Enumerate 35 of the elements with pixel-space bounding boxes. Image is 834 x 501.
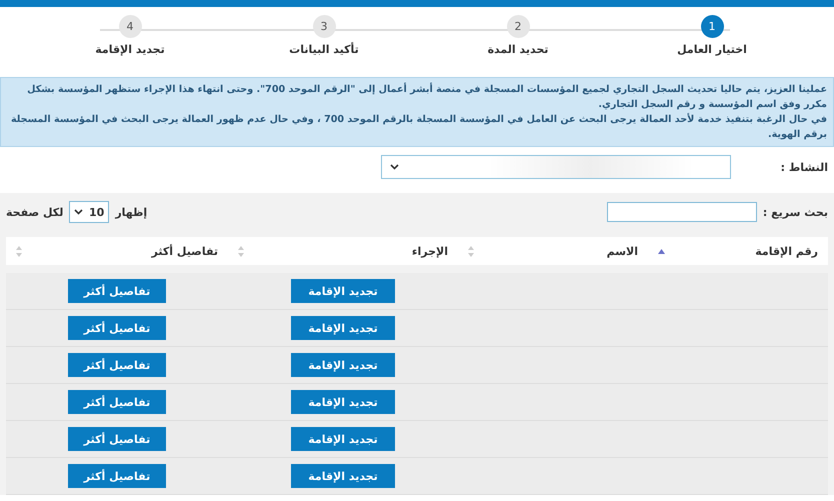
details-button[interactable]: تفاصيل أكثر xyxy=(68,427,166,451)
step-label: اختيار العامل xyxy=(677,43,747,56)
activity-label: النشاط : xyxy=(780,160,828,174)
renew-button[interactable]: تجديد الإقامة xyxy=(291,427,395,451)
renew-button[interactable]: تجديد الإقامة xyxy=(291,390,395,414)
column-header[interactable]: رقم الإقامة xyxy=(755,244,818,258)
renew-button[interactable]: تجديد الإقامة xyxy=(291,279,395,303)
chevron-icon xyxy=(74,209,84,215)
details-button[interactable]: تفاصيل أكثر xyxy=(68,464,166,488)
step-label: تأكيد البيانات xyxy=(289,43,359,56)
notice-text: في حال الرغبة بتنفيذ خدمة لأحد العمالة يرجى البحث عن العامل في المؤسسة المسجلة بالرقم الموحد 700 ، وفي حال عدم ظهور العمالة يرجى البحث في المؤسسة المسجلة برقم الهوية. xyxy=(10,112,827,142)
details-button[interactable]: تفاصيل أكثر xyxy=(68,390,166,414)
page-size-select[interactable]: 10 xyxy=(69,201,110,223)
column-header[interactable]: الاسم xyxy=(606,244,638,258)
step-number[interactable]: 1 xyxy=(700,15,724,38)
renew-button[interactable]: تجديد الإقامة xyxy=(291,353,395,377)
per-page-label: لكل صفحة xyxy=(6,206,64,218)
renew-button[interactable]: تجديد الإقامة xyxy=(291,464,395,488)
show-label: إظهار xyxy=(115,206,148,218)
renew-button[interactable]: تجديد الإقامة xyxy=(291,316,395,340)
step-label: تحديد المدة xyxy=(488,43,548,56)
step-number[interactable]: 4 xyxy=(118,15,142,38)
step-number[interactable]: 2 xyxy=(506,15,530,38)
step-number[interactable]: 3 xyxy=(312,15,336,38)
column-header[interactable]: الإجراء xyxy=(412,244,448,258)
chevron-icon xyxy=(390,164,399,170)
search-field[interactable] xyxy=(606,202,757,222)
step-label: تجديد الإقامة xyxy=(95,43,165,56)
activity-select[interactable] xyxy=(380,155,731,179)
notice-text: عملينا العزيز، يتم حاليا تحديث السجل التجاري لجميع المؤسسات المسجلة في منصة أبشر أعمال إلى "الرقم الموحد 700". وحتى انتهاء هذا الإجراء ستظهر المؤسسة بشكل مكرر وفق اسم المؤسسة و رقم السجل التجاري. xyxy=(26,82,827,112)
details-button[interactable]: تفاصيل أكثر xyxy=(68,316,166,340)
details-button[interactable]: تفاصيل أكثر xyxy=(68,353,166,377)
search-label: بحث سريع : xyxy=(762,206,828,218)
column-header[interactable]: تفاصيل أكثر xyxy=(152,244,218,258)
details-button[interactable]: تفاصيل أكثر xyxy=(68,279,166,303)
